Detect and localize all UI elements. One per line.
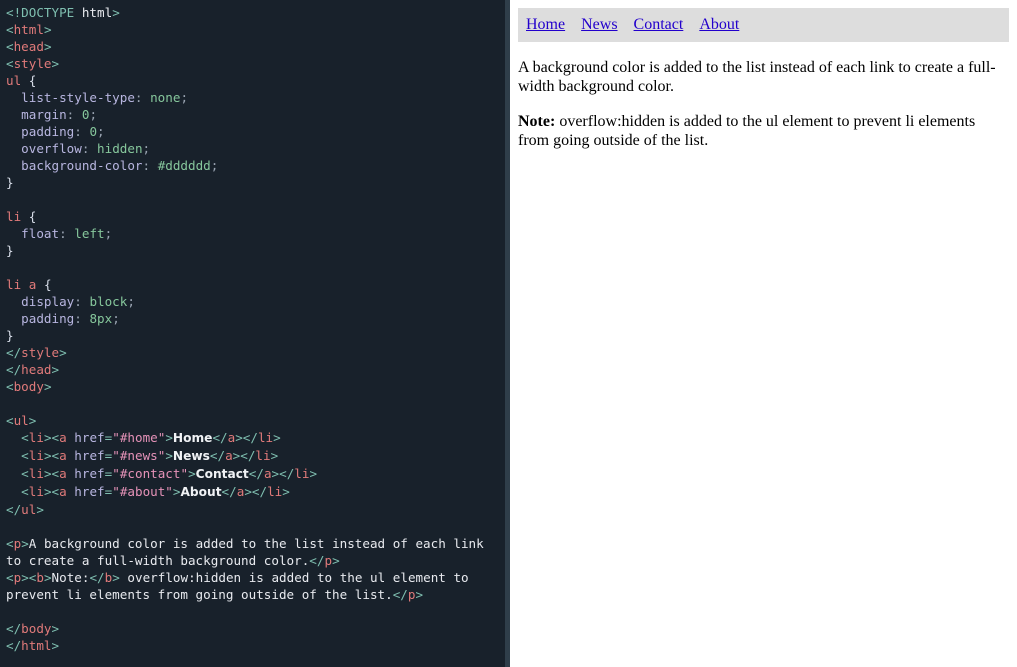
code-line (6, 395, 510, 412)
code-line: <ul> (6, 412, 510, 429)
code-line: to create a full-width background color.… (6, 552, 510, 569)
code-line: </ul> (6, 501, 510, 518)
code-line (6, 603, 510, 620)
code-line: <li><a href="#contact">Contact</a></li> (6, 465, 510, 483)
code-line: padding: 8px; (6, 310, 510, 327)
code-editor-content[interactable]: <!DOCTYPE html><html><head><style>ul { l… (0, 0, 510, 654)
code-line: </body> (6, 620, 510, 637)
nav-link-about[interactable]: About (691, 8, 747, 42)
code-line: </style> (6, 344, 510, 361)
code-line: float: left; (6, 225, 510, 242)
code-line: } (6, 327, 510, 344)
list-item: Home (518, 8, 573, 42)
list-item: News (573, 8, 625, 42)
code-line: li a { (6, 276, 510, 293)
code-line (6, 518, 510, 535)
code-line: } (6, 242, 510, 259)
code-line: background-color: #dddddd; (6, 157, 510, 174)
paragraph-text: overflow:hidden is added to the ul eleme… (518, 113, 975, 149)
nav-link-news[interactable]: News (573, 8, 625, 42)
demo-navigation-list: Home News Contact About (518, 8, 1009, 42)
nav-link-home[interactable]: Home (518, 8, 573, 42)
code-line (6, 191, 510, 208)
code-line: ul { (6, 72, 510, 89)
code-line: } (6, 174, 510, 191)
code-line: <html> (6, 21, 510, 38)
code-line: overflow: hidden; (6, 140, 510, 157)
code-line: display: block; (6, 293, 510, 310)
note-label: Note: (518, 113, 555, 130)
code-line: </html> (6, 637, 510, 654)
code-line: <head> (6, 38, 510, 55)
code-line: <p>A background color is added to the li… (6, 535, 510, 552)
code-line: <li><a href="#about">About</a></li> (6, 483, 510, 501)
code-line: <p><b>Note:</b> overflow:hidden is added… (6, 569, 510, 586)
code-line: </head> (6, 361, 510, 378)
code-line: <style> (6, 55, 510, 72)
preview-paragraph-description: A background color is added to the list … (518, 58, 1009, 96)
paragraph-text: A background color is added to the list … (518, 59, 996, 95)
code-line: <body> (6, 378, 510, 395)
code-editor-pane[interactable]: <!DOCTYPE html><html><head><style>ul { l… (0, 0, 510, 667)
preview-paragraph-note: Note: overflow:hidden is added to the ul… (518, 112, 1009, 150)
nav-link-contact[interactable]: Contact (626, 8, 692, 42)
page-root: <!DOCTYPE html><html><head><style>ul { l… (0, 0, 1017, 667)
code-line: <li><a href="#news">News</a></li> (6, 447, 510, 465)
code-line: list-style-type: none; (6, 89, 510, 106)
code-line: margin: 0; (6, 106, 510, 123)
result-preview-pane: Home News Contact About A background col… (510, 0, 1017, 667)
code-line: <!DOCTYPE html> (6, 4, 510, 21)
list-item: Contact (626, 8, 692, 42)
list-item: About (691, 8, 747, 42)
code-line: prevent li elements from going outside o… (6, 586, 510, 603)
code-line: <li><a href="#home">Home</a></li> (6, 429, 510, 447)
code-line (6, 259, 510, 276)
preview-document-body: Home News Contact About A background col… (518, 8, 1009, 150)
code-line: li { (6, 208, 510, 225)
code-line: padding: 0; (6, 123, 510, 140)
